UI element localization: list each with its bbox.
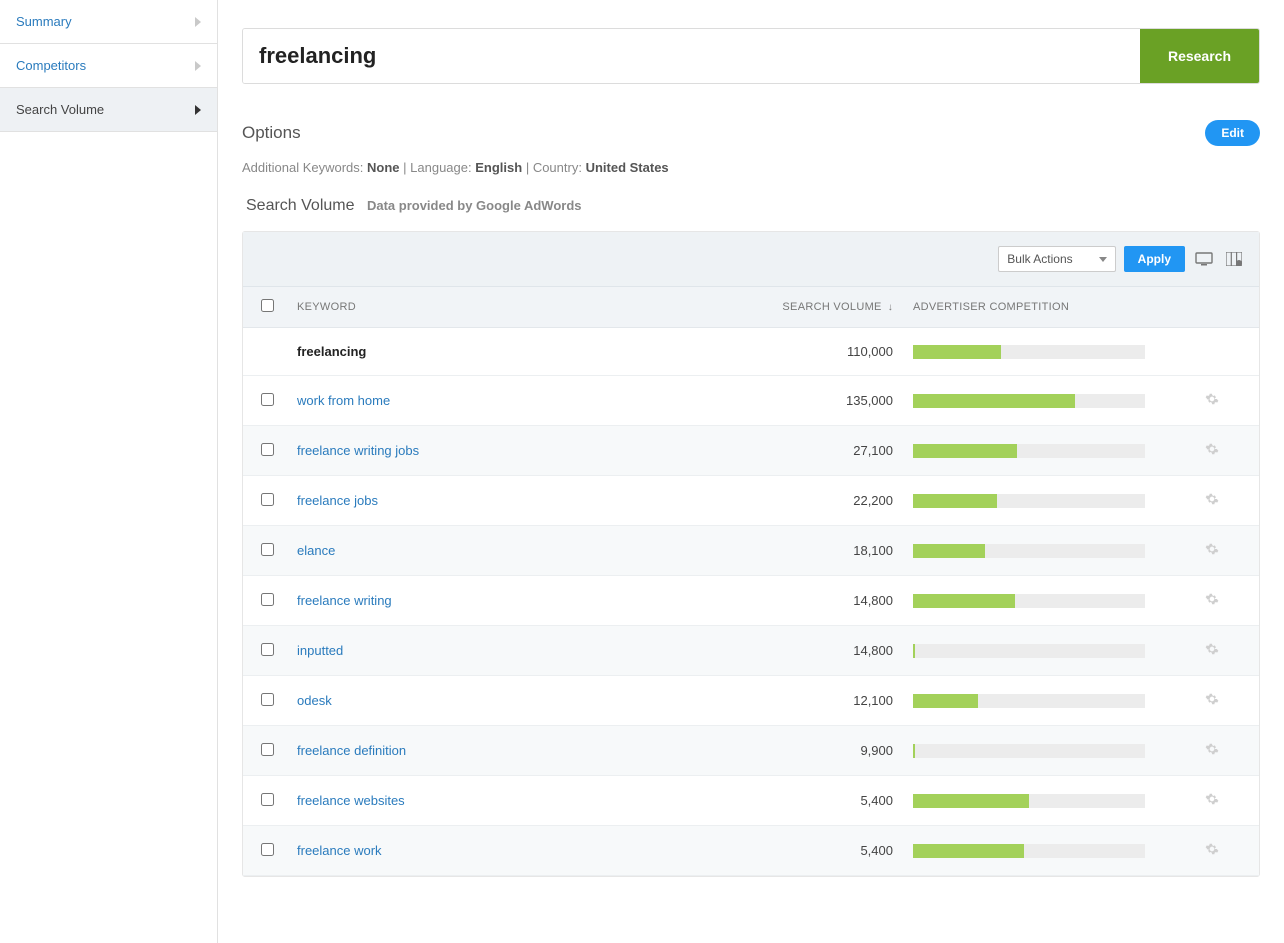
table-row: inputted 14,800 <box>243 626 1259 676</box>
main-content: Research Options Edit Additional Keyword… <box>218 0 1284 943</box>
chevron-right-icon <box>195 61 201 71</box>
column-search-volume[interactable]: SEARCH VOLUME ↓ <box>673 301 913 313</box>
row-checkbox[interactable] <box>261 543 274 556</box>
search-volume-value: 9,900 <box>860 743 893 758</box>
table-row: freelance jobs 22,200 <box>243 476 1259 526</box>
keyword-link[interactable]: inputted <box>297 643 343 658</box>
keyword-search-input[interactable] <box>243 29 1140 83</box>
table-toolbar: Bulk Actions Apply <box>243 232 1259 287</box>
row-gear-icon[interactable] <box>1205 544 1219 559</box>
row-gear-icon[interactable] <box>1205 644 1219 659</box>
search-volume-value: 135,000 <box>846 393 893 408</box>
results-table: Bulk Actions Apply KEYWORD SEARCH VOLUME… <box>242 231 1260 877</box>
competition-bar <box>913 694 1145 708</box>
sidebar-item-label: Competitors <box>16 58 86 73</box>
keyword-link[interactable]: freelance jobs <box>297 493 378 508</box>
search-volume-value: 22,200 <box>853 493 893 508</box>
table-row: elance 18,100 <box>243 526 1259 576</box>
apply-button[interactable]: Apply <box>1124 246 1185 272</box>
row-checkbox[interactable] <box>261 393 274 406</box>
competition-bar <box>913 644 1145 658</box>
competition-bar <box>913 494 1145 508</box>
sidebar-item-summary[interactable]: Summary <box>0 0 217 44</box>
sort-desc-icon: ↓ <box>888 302 893 313</box>
search-volume-value: 14,800 <box>853 643 893 658</box>
bulk-actions-select[interactable]: Bulk Actions <box>998 246 1115 272</box>
row-checkbox[interactable] <box>261 493 274 506</box>
sidebar-item-label: Summary <box>16 14 72 29</box>
row-gear-icon[interactable] <box>1205 844 1219 859</box>
row-checkbox[interactable] <box>261 643 274 656</box>
table-row: freelance definition 9,900 <box>243 726 1259 776</box>
competition-bar <box>913 394 1145 408</box>
table-row: work from home 135,000 <box>243 376 1259 426</box>
search-volume-value: 27,100 <box>853 443 893 458</box>
search-volume-value: 5,400 <box>860 793 893 808</box>
table-row: freelance work 5,400 <box>243 826 1259 876</box>
row-checkbox[interactable] <box>261 693 274 706</box>
row-checkbox[interactable] <box>261 743 274 756</box>
caret-down-icon <box>1099 257 1107 262</box>
research-button[interactable]: Research <box>1140 29 1259 83</box>
table-row: freelancing 110,000 <box>243 328 1259 376</box>
search-volume-value: 12,100 <box>853 693 893 708</box>
competition-bar <box>913 594 1145 608</box>
row-checkbox[interactable] <box>261 843 274 856</box>
row-gear-icon[interactable] <box>1205 794 1219 809</box>
row-gear-icon[interactable] <box>1205 494 1219 509</box>
keyword-link[interactable]: odesk <box>297 693 332 708</box>
row-gear-icon[interactable] <box>1205 444 1219 459</box>
chevron-right-icon <box>195 17 201 27</box>
competition-bar <box>913 544 1145 558</box>
keyword-link[interactable]: freelance websites <box>297 793 405 808</box>
competition-bar <box>913 844 1145 858</box>
sidebar-item-label: Search Volume <box>16 102 104 117</box>
search-bar: Research <box>242 28 1260 84</box>
row-gear-icon[interactable] <box>1205 694 1219 709</box>
search-volume-value: 18,100 <box>853 543 893 558</box>
options-heading: Options <box>242 123 301 143</box>
table-row: freelance websites 5,400 <box>243 776 1259 826</box>
sidebar-item-competitors[interactable]: Competitors <box>0 44 217 88</box>
competition-bar <box>913 744 1145 758</box>
row-gear-icon[interactable] <box>1205 394 1219 409</box>
competition-bar <box>913 345 1145 359</box>
table-row: freelance writing jobs 27,100 <box>243 426 1259 476</box>
sidebar-item-search-volume[interactable]: Search Volume <box>0 88 217 132</box>
columns-settings-icon[interactable] <box>1223 249 1245 269</box>
keyword-link[interactable]: freelance writing <box>297 593 392 608</box>
column-advertiser-competition[interactable]: ADVERTISER COMPETITION <box>913 301 1205 313</box>
row-gear-icon[interactable] <box>1205 744 1219 759</box>
keyword-link[interactable]: freelance definition <box>297 743 406 758</box>
select-all-checkbox[interactable] <box>261 299 274 312</box>
keyword-link: freelancing <box>297 344 366 359</box>
keyword-link[interactable]: work from home <box>297 393 390 408</box>
chevron-right-icon <box>195 105 201 115</box>
keyword-link[interactable]: freelance work <box>297 843 382 858</box>
edit-button[interactable]: Edit <box>1205 120 1260 146</box>
table-row: freelance writing 14,800 <box>243 576 1259 626</box>
display-settings-icon[interactable] <box>1193 249 1215 269</box>
section-title: Search Volume Data provided by Google Ad… <box>242 197 1260 215</box>
row-checkbox[interactable] <box>261 593 274 606</box>
column-keyword[interactable]: KEYWORD <box>293 301 673 313</box>
row-gear-icon[interactable] <box>1205 594 1219 609</box>
row-checkbox[interactable] <box>261 793 274 806</box>
search-volume-value: 14,800 <box>853 593 893 608</box>
table-row: odesk 12,100 <box>243 676 1259 726</box>
row-checkbox[interactable] <box>261 443 274 456</box>
keyword-link[interactable]: elance <box>297 543 335 558</box>
search-volume-value: 5,400 <box>860 843 893 858</box>
competition-bar <box>913 794 1145 808</box>
filters-summary: Additional Keywords: None | Language: En… <box>242 160 1260 175</box>
table-header: KEYWORD SEARCH VOLUME ↓ ADVERTISER COMPE… <box>243 287 1259 328</box>
competition-bar <box>913 444 1145 458</box>
keyword-link[interactable]: freelance writing jobs <box>297 443 419 458</box>
sidebar: Summary Competitors Search Volume <box>0 0 218 943</box>
search-volume-value: 110,000 <box>847 344 893 359</box>
